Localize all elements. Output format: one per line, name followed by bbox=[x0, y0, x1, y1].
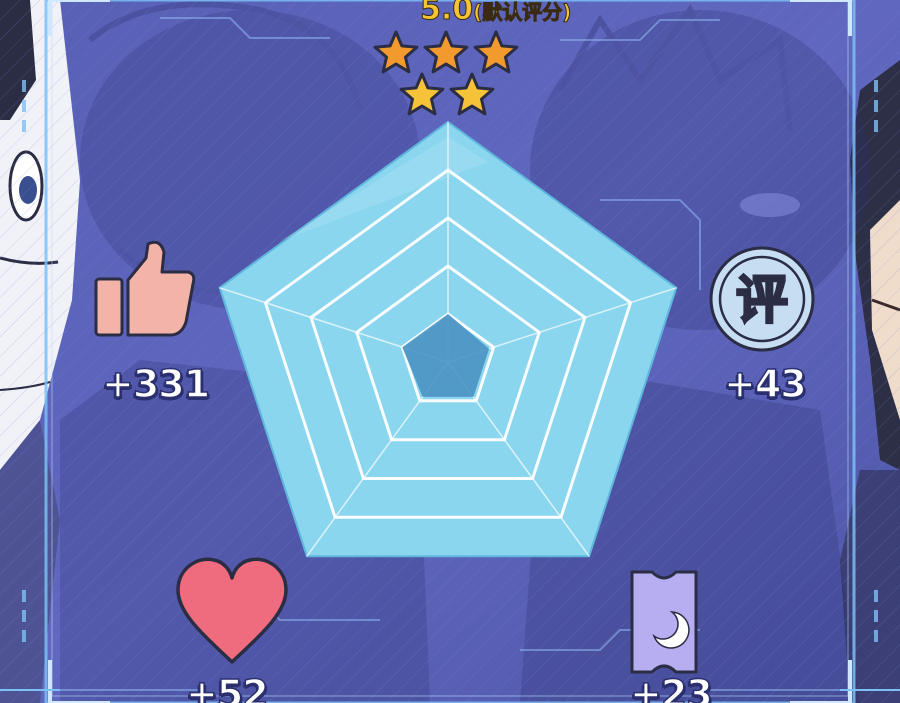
ping-comment-icon: 评 bbox=[709, 246, 815, 352]
favorites-count: +52 bbox=[185, 671, 269, 703]
comments-count: +43 bbox=[723, 361, 807, 407]
rating-header: 5.0(默认评分) bbox=[419, 0, 572, 28]
moon-ticket-icon bbox=[630, 570, 698, 674]
stats-card: 评 5.0(默认评分) +331 +43 +52 +23 bbox=[0, 0, 900, 703]
background-illustration: 评 bbox=[0, 0, 900, 703]
likes-count: +331 bbox=[101, 361, 211, 407]
rating-score: 5.0 bbox=[419, 0, 474, 28]
rating-note: (默认评分) bbox=[473, 0, 572, 25]
tickets-count: +23 bbox=[629, 671, 713, 703]
svg-text:评: 评 bbox=[736, 271, 788, 331]
